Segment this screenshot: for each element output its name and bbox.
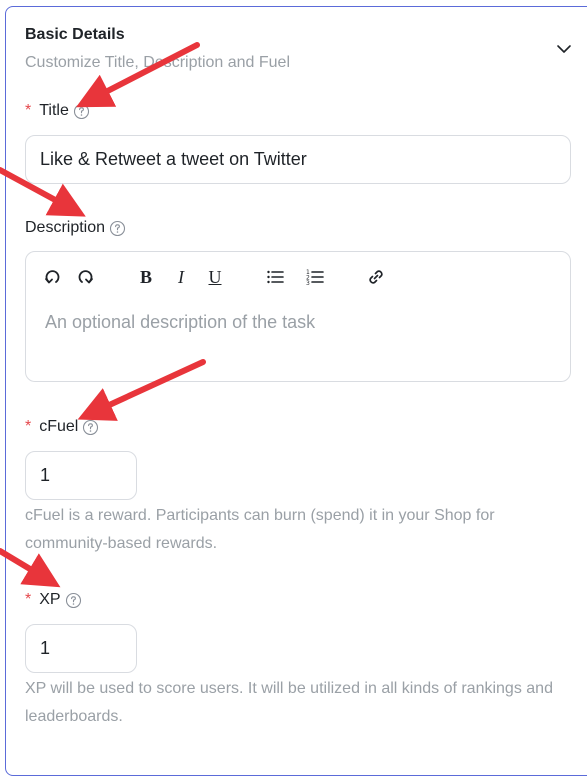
- arrow-xp: [0, 548, 61, 588]
- arrow-description: [0, 167, 86, 217]
- arrow-cfuel: [77, 359, 206, 421]
- arrow-title: [75, 42, 200, 108]
- annotation-arrows: [0, 42, 206, 588]
